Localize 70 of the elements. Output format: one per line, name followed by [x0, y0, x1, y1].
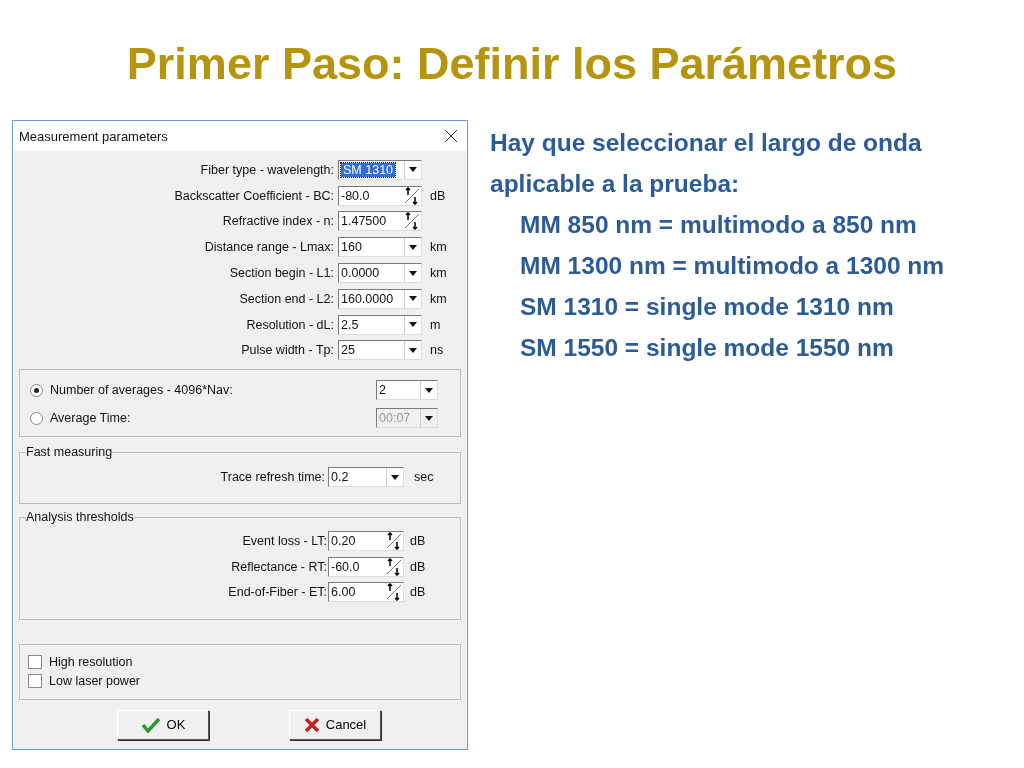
field-label: Resolution - dL: — [246, 317, 334, 332]
unit-label: dB — [429, 188, 447, 203]
dropdown-arrow-icon — [391, 474, 399, 480]
cross-icon — [303, 716, 320, 733]
dropdown-arrow-icon — [409, 322, 417, 328]
list-item: SM 1550 = single mode 1550 nm — [519, 333, 895, 363]
field-label: Fiber type - wavelength: — [200, 162, 334, 177]
close-icon[interactable] — [445, 130, 457, 142]
dropdown-arrow-icon — [409, 270, 417, 276]
field-label: Reflectance - RT: — [231, 559, 327, 574]
dropdown-field[interactable]: 0.2 — [328, 467, 404, 488]
radio-button[interactable] — [30, 383, 43, 397]
dropdown-field[interactable]: 2 — [376, 380, 438, 401]
group-title: Fast measuring — [26, 445, 113, 460]
spin-field[interactable]: -60.0 — [328, 556, 404, 577]
spin-arrows-icon[interactable] — [385, 557, 403, 576]
dropdown-field[interactable]: 160 — [338, 237, 422, 258]
field-label: Trace refresh time: — [220, 470, 325, 485]
spin-field[interactable]: 0.20 — [328, 531, 404, 552]
slide-title: Primer Paso: Definir los Parámetros — [125, 38, 899, 91]
field-label: Section end - L2: — [239, 291, 334, 306]
checkmark-icon — [140, 716, 161, 733]
dropdown-arrow-icon — [409, 167, 417, 173]
spin-field[interactable]: -80.0 — [338, 185, 422, 206]
dropdown-arrow-icon — [425, 387, 433, 393]
field-label: Distance range - Lmax: — [204, 240, 334, 255]
field-label: Refractive index - n: — [222, 214, 334, 229]
field-label: Pulse width - Tp: — [241, 343, 334, 358]
unit-label: km — [429, 240, 448, 255]
dropdown-arrow-icon — [409, 296, 417, 302]
field-label: Backscatter Coefficient - BC: — [174, 188, 334, 203]
spin-field[interactable]: 6.00 — [328, 582, 404, 603]
radio-label: Average Time: — [50, 411, 131, 426]
unit-label: km — [429, 291, 448, 306]
spin-arrows-icon[interactable] — [403, 186, 421, 205]
dropdown-field[interactable]: SM 1310 — [338, 159, 422, 180]
group-title: Analysis thresholds — [26, 510, 134, 525]
checkbox-label: Low laser power — [49, 674, 140, 689]
list-item: MM 850 nm = multimodo a 850 nm — [519, 210, 918, 240]
spin-arrows-icon[interactable] — [385, 532, 403, 551]
ok-button[interactable]: OK — [117, 709, 209, 740]
unit-label: dB — [409, 585, 427, 600]
checkbox-label: High resolution — [49, 655, 133, 670]
unit-label: ns — [429, 343, 445, 358]
unit-label: dB — [409, 534, 427, 549]
field-label: Section begin - L1: — [229, 266, 334, 281]
list-item: MM 1300 nm = multimodo a 1300 nm — [519, 251, 946, 281]
unit-label: dB — [409, 559, 427, 574]
dropdown-field[interactable]: 2.5 — [338, 314, 422, 335]
field-label: End-of-Fiber - ET: — [228, 585, 327, 600]
dropdown-arrow-icon — [409, 347, 417, 353]
spin-field[interactable]: 1.47500 — [338, 211, 422, 232]
checkbox[interactable] — [28, 655, 42, 670]
spin-arrows-icon[interactable] — [403, 212, 421, 231]
unit-label: km — [429, 266, 448, 281]
dropdown-arrow-icon — [425, 415, 433, 421]
intro-text: Hay que seleccionar el largo de onda aplicable a la prueba: — [490, 128, 923, 199]
unit-label: m — [429, 317, 442, 332]
dropdown-field[interactable]: 25 — [338, 340, 422, 361]
list-item: SM 1310 = single mode 1310 nm — [519, 292, 895, 322]
dropdown-arrow-icon — [409, 244, 417, 250]
window-title: Measurement parameters — [19, 128, 168, 144]
checkbox[interactable] — [28, 674, 42, 689]
field-label: Event loss - LT: — [242, 534, 327, 549]
radio-label: Number of averages - 4096*Nav: — [50, 383, 233, 398]
spin-arrows-icon[interactable] — [385, 583, 403, 602]
dropdown-field[interactable]: 160.0000 — [338, 288, 422, 309]
unit-label: sec — [413, 470, 435, 485]
cancel-button[interactable]: Cancel — [289, 709, 381, 740]
dropdown-field[interactable]: 0.0000 — [338, 263, 422, 284]
